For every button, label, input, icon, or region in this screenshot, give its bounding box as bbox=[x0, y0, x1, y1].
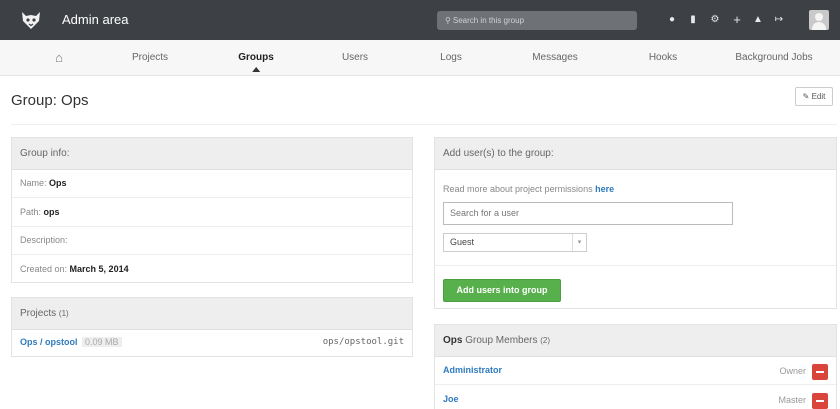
chevron-down-icon: ▾ bbox=[572, 234, 586, 251]
admin-nav: ⌂ Projects Groups Users Logs Messages Ho… bbox=[0, 40, 840, 76]
member-role: Owner bbox=[779, 366, 806, 376]
logout-icon[interactable]: ↦ bbox=[771, 12, 787, 28]
edit-icon: ✎ bbox=[802, 92, 810, 101]
members-heading: Ops Group Members (2) bbox=[435, 325, 836, 357]
home-icon[interactable]: ⌂ bbox=[55, 40, 63, 76]
group-info-heading: Group info: bbox=[12, 138, 412, 170]
globe-icon[interactable]: ● bbox=[664, 12, 680, 28]
members-count: (2) bbox=[540, 336, 551, 345]
project-size-badge: 0.09 MB bbox=[82, 337, 122, 347]
gears-icon[interactable]: ⚙ bbox=[707, 12, 723, 28]
tab-projects[interactable]: Projects bbox=[132, 40, 168, 76]
user-icon[interactable]: ▲ bbox=[750, 12, 766, 28]
project-repo-path: ops/opstool.git bbox=[322, 337, 404, 347]
table-row: Joe bbox=[435, 394, 836, 404]
description-row: Description: bbox=[12, 235, 412, 245]
tab-users[interactable]: Users bbox=[342, 40, 368, 76]
member-link[interactable]: Administrator bbox=[443, 365, 502, 375]
path-value: ops bbox=[43, 207, 60, 217]
group-path-row: Path: ops bbox=[12, 207, 412, 217]
permissions-link[interactable]: here bbox=[595, 184, 614, 194]
tab-messages[interactable]: Messages bbox=[532, 40, 578, 76]
search-placeholder: Search in this group bbox=[452, 16, 525, 25]
created-row: Created on: March 5, 2014 bbox=[12, 264, 412, 274]
divider bbox=[11, 124, 837, 125]
search-icon: ⚲ bbox=[445, 16, 451, 25]
created-label: Created on: bbox=[20, 264, 68, 274]
group-info-panel: Group info: Name: Ops Path: ops Descript… bbox=[11, 137, 413, 283]
member-role: Master bbox=[778, 395, 806, 405]
tab-background-jobs[interactable]: Background Jobs bbox=[735, 40, 812, 76]
role-select[interactable]: Guest ▾ bbox=[443, 233, 587, 252]
add-users-button[interactable]: Add users into group bbox=[443, 279, 561, 302]
description-label: Description: bbox=[20, 235, 68, 245]
permissions-text-row: Read more about project permissions here bbox=[435, 184, 836, 194]
user-search-input[interactable]: Search for a user bbox=[443, 202, 733, 225]
projects-heading: Projects (1) bbox=[12, 298, 412, 330]
project-link[interactable]: Ops / opstool bbox=[20, 337, 78, 347]
role-select-value: Guest bbox=[450, 237, 475, 247]
created-value: March 5, 2014 bbox=[69, 264, 129, 274]
search-input[interactable]: ⚲ Search in this group bbox=[437, 11, 637, 30]
top-header: Admin area ⚲ Search in this group ● ▮ ⚙ +… bbox=[0, 0, 840, 40]
app-title[interactable]: Admin area bbox=[62, 12, 128, 27]
members-heading-suffix: Group Members bbox=[465, 335, 538, 346]
member-link[interactable]: Joe bbox=[443, 394, 459, 404]
group-name-row: Name: Ops bbox=[12, 178, 412, 188]
path-label: Path: bbox=[20, 207, 42, 217]
tab-hooks[interactable]: Hooks bbox=[649, 40, 677, 76]
page-title: Group: Ops bbox=[11, 92, 89, 109]
copy-icon[interactable]: ▮ bbox=[685, 12, 701, 28]
remove-member-button[interactable] bbox=[812, 393, 828, 409]
name-value: Ops bbox=[49, 178, 67, 188]
members-group-name: Ops bbox=[443, 335, 463, 346]
members-panel: Ops Group Members (2) Administrator Owne… bbox=[434, 324, 837, 409]
remove-member-button[interactable] bbox=[812, 364, 828, 380]
user-search-placeholder: Search for a user bbox=[450, 208, 520, 218]
gitlab-logo-icon[interactable] bbox=[20, 9, 42, 31]
plus-icon[interactable]: + bbox=[729, 12, 745, 28]
tab-logs[interactable]: Logs bbox=[440, 40, 462, 76]
tab-groups[interactable]: Groups bbox=[238, 40, 274, 76]
add-users-heading: Add user(s) to the group: bbox=[435, 138, 836, 170]
avatar[interactable] bbox=[809, 10, 829, 30]
edit-button[interactable]: ✎ Edit bbox=[795, 87, 833, 106]
projects-panel: Projects (1) Ops / opstool 0.09 MB ops/o… bbox=[11, 297, 413, 357]
projects-title: Projects bbox=[20, 308, 57, 319]
permissions-text: Read more about project permissions bbox=[443, 184, 593, 194]
add-users-panel: Add user(s) to the group: Read more abou… bbox=[434, 137, 837, 309]
projects-count: (1) bbox=[58, 309, 69, 318]
table-row: Administrator bbox=[435, 365, 836, 375]
edit-button-label: Edit bbox=[811, 92, 826, 101]
name-label: Name: bbox=[20, 178, 47, 188]
